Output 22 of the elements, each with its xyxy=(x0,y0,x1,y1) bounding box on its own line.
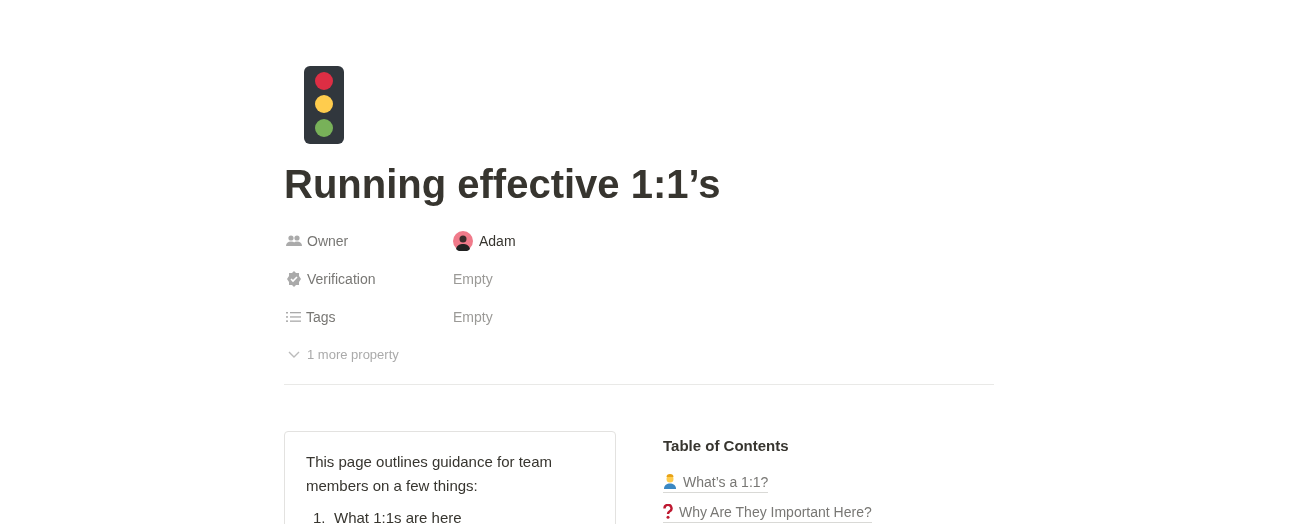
list-item-text: What 1:1s are here xyxy=(334,508,462,524)
question-mark-icon xyxy=(663,504,673,519)
toc-heading: Table of Contents xyxy=(663,436,790,456)
list-icon xyxy=(286,311,301,323)
chevron-down-icon[interactable] xyxy=(288,351,300,359)
list-number: 1. xyxy=(312,508,327,524)
callout-text: This page outlines guidance for team members on a few things: xyxy=(306,452,553,496)
toc-link[interactable]: What’s a 1:1? xyxy=(663,471,769,493)
property-label: Verification xyxy=(307,269,376,289)
people-icon xyxy=(286,235,302,247)
avatar xyxy=(453,231,473,251)
property-label: Tags xyxy=(306,307,336,327)
more-properties-link[interactable]: 1 more property xyxy=(307,345,399,365)
property-value[interactable]: Adam xyxy=(479,230,516,252)
toc-link[interactable]: Why Are They Important Here? xyxy=(663,501,872,523)
traffic-light-icon xyxy=(304,66,344,144)
property-value[interactable]: Empty xyxy=(453,306,493,328)
property-label: Owner xyxy=(307,231,349,251)
page-title: Running effective 1:1’s xyxy=(284,161,722,208)
person-icon xyxy=(663,474,677,489)
verified-badge-icon xyxy=(286,271,302,287)
property-value[interactable]: Empty xyxy=(453,268,493,290)
